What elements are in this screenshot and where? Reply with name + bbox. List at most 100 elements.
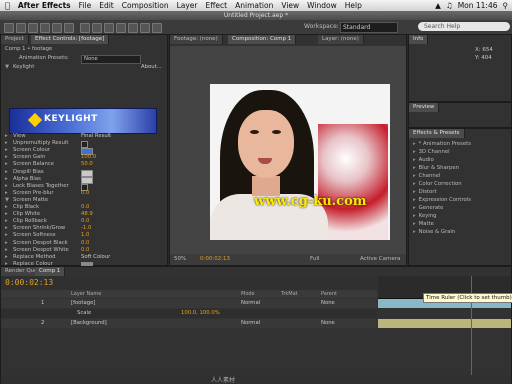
- expand-triangle-icon[interactable]: ▸: [5, 204, 8, 211]
- effects-category-item[interactable]: ▸ Noise & Grain: [413, 229, 509, 237]
- menu-help[interactable]: Help: [345, 1, 362, 10]
- property-value[interactable]: 1.0: [81, 232, 89, 239]
- property-value[interactable]: 0.0: [81, 218, 89, 225]
- layer-duration-bar[interactable]: [378, 309, 511, 318]
- property-select[interactable]: Final Result: [81, 133, 111, 140]
- col-trkmat[interactable]: TrkMat: [281, 290, 298, 298]
- composition-viewer[interactable]: www.cg-ku.com: [170, 46, 406, 254]
- expand-triangle-icon[interactable]: ▸: [413, 197, 416, 203]
- property-value[interactable]: 100.0: [81, 154, 96, 161]
- effects-category-item[interactable]: ▸ Distort: [413, 189, 509, 197]
- pen-tool-icon[interactable]: [92, 23, 102, 33]
- col-parent[interactable]: Parent: [321, 290, 337, 298]
- expand-triangle-icon[interactable]: ▸: [5, 140, 8, 147]
- clone-tool-icon[interactable]: [128, 23, 138, 33]
- menu-composition[interactable]: Composition: [122, 1, 169, 10]
- layer-name[interactable]: Scale: [77, 309, 91, 318]
- effects-category-item[interactable]: ▸ * Animation Presets: [413, 141, 509, 149]
- layer-duration-bar[interactable]: [378, 319, 511, 328]
- brush-tool-icon[interactable]: [116, 23, 126, 33]
- menu-effect[interactable]: Effect: [206, 1, 228, 10]
- effects-category-item[interactable]: ▸ Generate: [413, 205, 509, 213]
- expand-triangle-icon[interactable]: ▸: [5, 169, 8, 176]
- expand-triangle-icon[interactable]: ▸: [5, 247, 8, 254]
- tab-composition[interactable]: Composition: Comp 1: [228, 35, 297, 44]
- tab-effect-controls[interactable]: Effect Controls: [footage]: [31, 35, 110, 44]
- timeline-layer-row[interactable]: 2 [Background] Normal None: [1, 319, 377, 328]
- tab-timeline-comp[interactable]: Comp 1: [35, 267, 66, 276]
- expand-triangle-icon[interactable]: ▸: [413, 189, 416, 195]
- spotlight-icon[interactable]: ⚲: [503, 1, 509, 10]
- timeline-layer-row[interactable]: Scale 100.0, 100.0%: [1, 309, 377, 318]
- expand-triangle-icon[interactable]: ▸: [413, 229, 416, 235]
- col-mode[interactable]: Mode: [241, 290, 255, 298]
- camera-tool-icon[interactable]: [52, 23, 62, 33]
- expand-triangle-icon[interactable]: ▸: [5, 240, 8, 247]
- expand-triangle-icon[interactable]: ▸: [413, 213, 416, 219]
- eraser-tool-icon[interactable]: [140, 23, 150, 33]
- volume-icon[interactable]: ♫: [446, 1, 453, 10]
- expand-triangle-icon[interactable]: ▸: [413, 181, 416, 187]
- text-tool-icon[interactable]: [104, 23, 114, 33]
- expand-triangle-icon[interactable]: ▸: [413, 221, 416, 227]
- property-value[interactable]: 0.0: [81, 204, 89, 211]
- expand-triangle-icon[interactable]: ▸: [5, 190, 8, 197]
- workspace-select[interactable]: Standard: [340, 22, 398, 33]
- wifi-icon[interactable]: ▲: [435, 1, 441, 10]
- selection-tool-icon[interactable]: [4, 23, 14, 33]
- effect-header-row[interactable]: ▼ Keylight About...: [1, 64, 167, 71]
- menu-view[interactable]: View: [281, 1, 299, 10]
- expand-triangle-icon[interactable]: ▸: [413, 205, 416, 211]
- property-value[interactable]: 100.0, 100.0%: [181, 309, 220, 318]
- camera-select[interactable]: Active Camera: [360, 254, 400, 265]
- puppet-tool-icon[interactable]: [152, 23, 162, 33]
- menubar-clock[interactable]: Mon 11:46: [458, 1, 498, 10]
- layer-name[interactable]: [Background]: [71, 319, 107, 328]
- expand-triangle-icon[interactable]: ▸: [5, 211, 8, 218]
- mask-tool-icon[interactable]: [80, 23, 90, 33]
- expand-triangle-icon[interactable]: ▸: [413, 149, 416, 155]
- expand-triangle-icon[interactable]: ▼: [5, 197, 9, 204]
- property-value[interactable]: 0.0: [81, 190, 89, 197]
- apple-icon[interactable]: : [5, 1, 10, 10]
- menu-window[interactable]: Window: [307, 1, 337, 10]
- effects-category-item[interactable]: ▸ Keying: [413, 213, 509, 221]
- about-link[interactable]: About...: [141, 64, 162, 71]
- expand-triangle-icon[interactable]: ▸: [5, 161, 8, 168]
- menu-layer[interactable]: Layer: [177, 1, 198, 10]
- effects-category-item[interactable]: ▸ Expression Controls: [413, 197, 509, 205]
- menu-edit[interactable]: Edit: [99, 1, 114, 10]
- app-menu[interactable]: After Effects: [18, 1, 71, 10]
- layer-mode-select[interactable]: Normal: [241, 319, 260, 328]
- resolution-select[interactable]: Full: [310, 254, 319, 265]
- tab-effects-presets[interactable]: Effects & Presets: [409, 129, 465, 138]
- expand-triangle-icon[interactable]: ▸: [5, 232, 8, 239]
- tab-info[interactable]: Info: [409, 35, 429, 44]
- layer-parent-select[interactable]: None: [321, 319, 335, 328]
- effects-category-item[interactable]: ▸ Matte: [413, 221, 509, 229]
- property-value[interactable]: 48.9: [81, 211, 93, 218]
- tab-layer[interactable]: Layer: (none): [318, 35, 364, 44]
- property-value[interactable]: 0.0: [81, 247, 89, 254]
- timeline-timecode[interactable]: 0:00:02:13: [5, 278, 53, 287]
- layer-mode-select[interactable]: Normal: [241, 299, 260, 308]
- comp-timecode[interactable]: 0:00:02:13: [200, 254, 230, 265]
- expand-triangle-icon[interactable]: ▸: [413, 157, 416, 163]
- expand-triangle-icon[interactable]: ▸: [413, 165, 416, 171]
- property-value[interactable]: 50.0: [81, 161, 93, 168]
- expand-triangle-icon[interactable]: ▸: [413, 173, 416, 179]
- effects-category-item[interactable]: ▸ Color Correction: [413, 181, 509, 189]
- expand-triangle-icon[interactable]: ▸: [5, 183, 8, 190]
- expand-triangle-icon[interactable]: ▸: [5, 254, 8, 261]
- layer-parent-select[interactable]: None: [321, 299, 335, 308]
- pan-behind-tool-icon[interactable]: [64, 23, 74, 33]
- current-time-indicator[interactable]: [471, 276, 472, 380]
- animation-presets-select[interactable]: None: [81, 55, 141, 64]
- expand-triangle-icon[interactable]: ▸: [5, 154, 8, 161]
- property-value[interactable]: 0.0: [81, 240, 89, 247]
- tab-preview[interactable]: Preview: [409, 103, 440, 112]
- expand-triangle-icon[interactable]: ▸: [5, 176, 8, 183]
- rotate-tool-icon[interactable]: [40, 23, 50, 33]
- expand-triangle-icon[interactable]: ▸: [5, 225, 8, 232]
- property-value[interactable]: -1.0: [81, 225, 91, 232]
